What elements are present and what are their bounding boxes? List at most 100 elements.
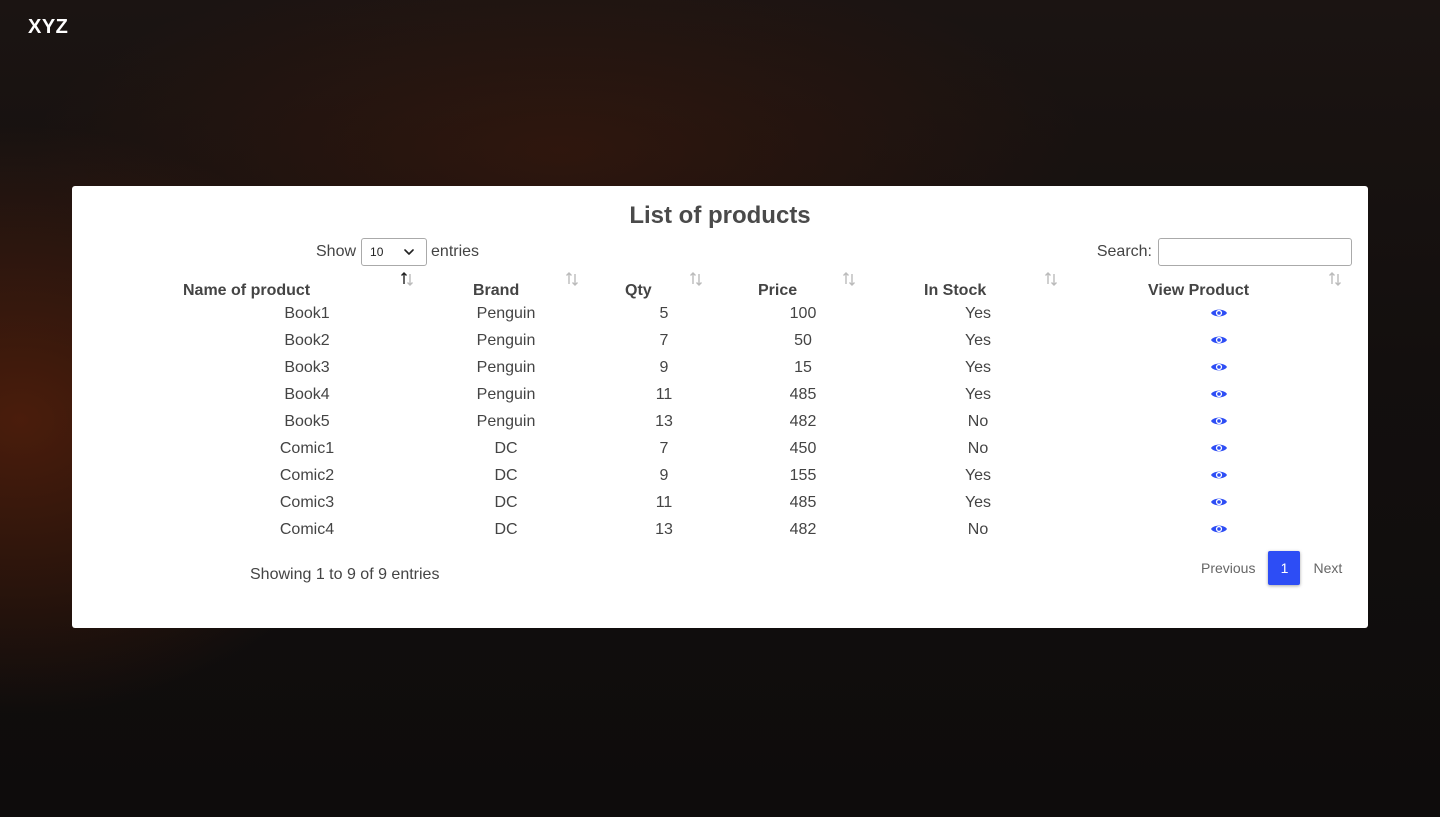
qty-cell: 9 [659,466,669,484]
in-stock-cell: Yes [964,331,992,349]
eye-icon[interactable] [1210,334,1228,346]
in-stock-cell: Yes [964,385,992,403]
table-row: Comic2 DC 9 155 Yes [162,462,1346,489]
table-row: Book4 Penguin 11 485 Yes [162,381,1346,408]
product-name-cell: Comic2 [279,466,335,484]
column-label: Brand [473,282,520,299]
previous-page-button[interactable]: Previous [1195,560,1261,576]
qty-cell: 13 [655,520,673,538]
product-name-cell: Book2 [284,331,330,349]
qty-cell: 9 [659,358,669,376]
search-control: Search: [1097,238,1352,266]
sort-ascending-icon [401,272,413,286]
view-product-cell [1064,408,1346,435]
brand-cell: DC [494,466,518,484]
brand-cell: Penguin [476,358,536,376]
page-1-button[interactable]: 1 [1268,551,1301,585]
qty-cell: 11 [655,385,673,403]
in-stock-cell: Yes [964,358,992,376]
product-name-cell: Book4 [284,385,330,403]
eye-icon[interactable] [1210,469,1228,481]
eye-icon[interactable] [1210,442,1228,454]
page-length-value: 10 [370,245,384,259]
in-stock-cell: No [967,520,989,538]
price-cell: 450 [789,439,817,457]
table-body: Book1 Penguin 5 100 Yes Book2 Penguin 7 50 Yes Boo… [162,300,1346,543]
eye-icon[interactable] [1210,307,1228,319]
view-product-cell [1064,462,1346,489]
table-row: Book2 Penguin 7 50 Yes [162,327,1346,354]
in-stock-cell: Yes [964,466,992,484]
column-header-brand[interactable]: Brand [424,272,588,300]
eye-icon[interactable] [1210,361,1228,373]
in-stock-cell: Yes [964,493,992,511]
product-name-cell: Book3 [284,358,330,376]
sort-icon [843,272,855,286]
in-stock-cell: No [967,412,989,430]
product-name-cell: Book1 [284,304,330,322]
table-row: Comic4 DC 13 482 No [162,516,1346,543]
eye-icon[interactable] [1210,388,1228,400]
product-name-cell: Book5 [284,412,330,430]
entries-label: entries [431,243,480,260]
qty-cell: 7 [659,331,669,349]
pagination: Previous 1 Next [1195,551,1348,585]
page-title: List of products [629,202,811,229]
view-product-cell [1064,327,1346,354]
page-length-control: Show 10 entries [316,238,479,266]
price-cell: 50 [794,331,812,349]
column-header-price[interactable]: Price [712,272,864,300]
sort-icon [690,272,702,286]
column-label: View Product [1148,282,1250,299]
page-length-select[interactable]: 10 [361,238,428,266]
view-product-cell [1064,381,1346,408]
brand-cell: DC [494,493,518,511]
chevron-down-icon [404,249,414,255]
column-header-view-product[interactable]: View Product [1064,272,1346,300]
price-cell: 15 [794,358,812,376]
eye-icon[interactable] [1210,415,1228,427]
qty-cell: 7 [659,439,669,457]
in-stock-cell: No [967,439,989,457]
brand-cell: Penguin [476,304,536,322]
price-cell: 482 [789,412,817,430]
table-row: Book5 Penguin 13 482 No [162,408,1346,435]
view-product-cell [1064,435,1346,462]
products-table: Name of product Brand Qty Price In Stock… [162,272,1346,543]
column-header-name[interactable]: Name of product [162,272,424,300]
column-label: Price [758,282,798,299]
table-row: Book3 Penguin 9 15 Yes [162,354,1346,381]
view-product-cell [1064,489,1346,516]
table-row: Comic3 DC 11 485 Yes [162,489,1346,516]
next-page-button[interactable]: Next [1307,560,1348,576]
qty-cell: 11 [655,493,673,511]
column-header-qty[interactable]: Qty [588,272,712,300]
qty-cell: 13 [655,412,673,430]
search-input[interactable] [1158,238,1352,266]
in-stock-cell: Yes [964,304,992,322]
price-cell: 482 [789,520,817,538]
sort-icon [1329,272,1341,286]
column-label: In Stock [924,282,987,299]
brand-cell: DC [494,520,518,538]
eye-icon[interactable] [1210,496,1228,508]
price-cell: 485 [789,493,817,511]
brand-cell: Penguin [476,331,536,349]
brand-cell: Penguin [476,385,536,403]
brand-cell: DC [494,439,518,457]
price-cell: 100 [789,304,817,322]
table-row: Book1 Penguin 5 100 Yes [162,300,1346,327]
column-label: Qty [625,282,652,299]
table-row: Comic1 DC 7 450 No [162,435,1346,462]
brand-cell: Penguin [476,412,536,430]
table-header-row: Name of product Brand Qty Price In Stock… [162,272,1346,300]
view-product-cell [1064,516,1346,543]
price-cell: 485 [789,385,817,403]
qty-cell: 5 [659,304,669,322]
product-name-cell: Comic1 [279,439,335,457]
logo: XYZ [28,16,69,38]
eye-icon[interactable] [1210,523,1228,535]
column-header-in-stock[interactable]: In Stock [864,272,1064,300]
product-name-cell: Comic4 [279,520,335,538]
search-label: Search: [1096,243,1152,260]
